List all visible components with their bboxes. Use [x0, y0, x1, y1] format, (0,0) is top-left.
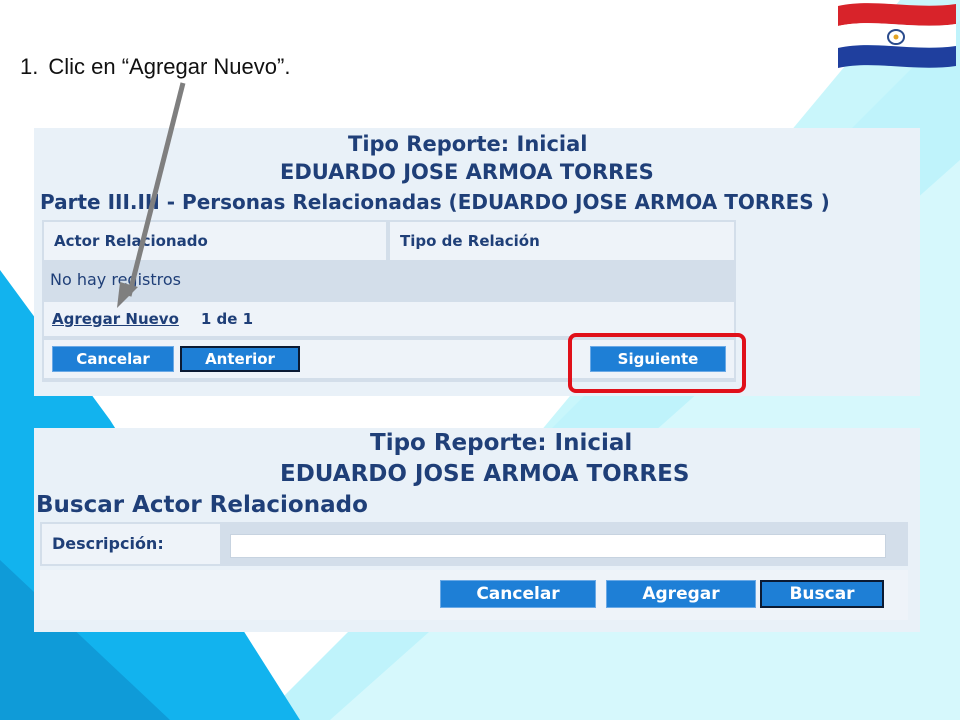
section-title: Parte III.III - Personas Relacionadas (E… — [40, 190, 830, 214]
add-button[interactable]: Agregar — [606, 580, 756, 608]
instruction-number: 1. — [20, 54, 39, 79]
previous-button[interactable]: Anterior — [180, 346, 300, 372]
search-actor-panel: Tipo Reporte: Inicial EDUARDO JOSE ARMOA… — [34, 428, 920, 632]
person-name-title: EDUARDO JOSE ARMOA TORRES — [280, 461, 690, 487]
description-label: Descripción: — [42, 524, 220, 564]
column-header-relation-type: Tipo de Relación — [390, 222, 734, 260]
instruction-label: Clic en “Agregar Nuevo”. — [48, 54, 291, 79]
instruction-text: 1. Clic en “Agregar Nuevo”. — [20, 54, 290, 80]
description-input[interactable] — [230, 534, 886, 558]
paraguay-flag-icon — [838, 3, 956, 68]
report-type-title: Tipo Reporte: Inicial — [348, 132, 588, 156]
related-persons-panel: Tipo Reporte: Inicial EDUARDO JOSE ARMOA… — [34, 128, 920, 396]
section-title: Buscar Actor Relacionado — [36, 492, 368, 518]
pager-row: Agregar Nuevo 1 de 1 — [44, 302, 734, 336]
empty-records-text: No hay registros — [42, 262, 736, 298]
report-type-title: Tipo Reporte: Inicial — [370, 430, 633, 456]
column-header-actor: Actor Relacionado — [44, 222, 386, 260]
cancel-button[interactable]: Cancelar — [440, 580, 596, 608]
description-row: Descripción: — [40, 522, 908, 566]
search-buttons-row: Cancelar Agregar Buscar — [40, 570, 908, 620]
add-new-link[interactable]: Agregar Nuevo — [52, 310, 179, 328]
person-name-title: EDUARDO JOSE ARMOA TORRES — [280, 160, 654, 184]
pager-count: 1 de 1 — [200, 310, 254, 328]
cancel-button[interactable]: Cancelar — [52, 346, 174, 372]
search-button[interactable]: Buscar — [760, 580, 884, 608]
highlight-box — [568, 333, 746, 393]
